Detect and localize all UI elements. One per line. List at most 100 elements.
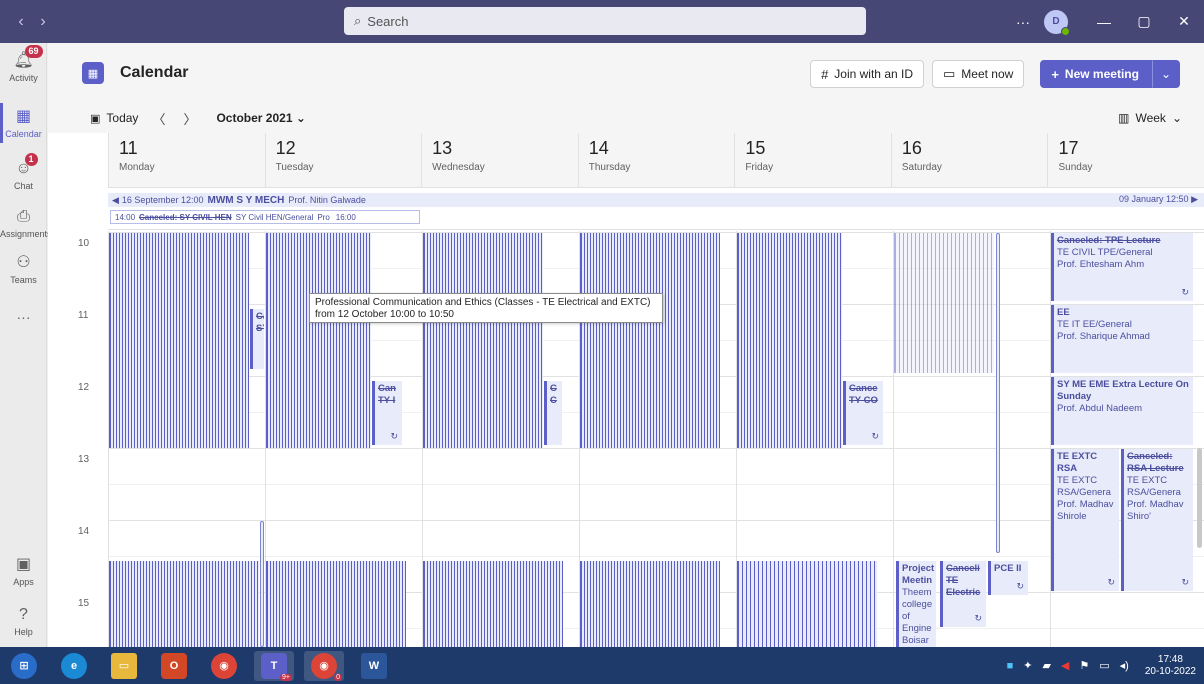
taskbar-teams[interactable]: T 9+ bbox=[254, 650, 294, 681]
taskbar-office[interactable]: O bbox=[154, 651, 194, 681]
month-picker[interactable]: October 2021 ⌄ bbox=[216, 111, 305, 125]
event-cluster[interactable] bbox=[266, 233, 371, 448]
tooltip-title: Professional Communication and Ethics (C… bbox=[315, 297, 651, 308]
day-header[interactable]: 13 Wednesday bbox=[421, 133, 578, 187]
volume-icon[interactable]: ◂) bbox=[1120, 659, 1129, 672]
event-cluster[interactable] bbox=[109, 561, 259, 647]
event-cluster[interactable] bbox=[423, 561, 563, 647]
event-card[interactable]: EE TE IT EE/General Prof. Sharique Ahmad bbox=[1051, 305, 1193, 373]
rail-item-activity[interactable]: 🔔︎ 69 Activity bbox=[0, 45, 47, 83]
hour-label: 10 bbox=[78, 238, 90, 249]
meet-now-button[interactable]: ▭ Meet now bbox=[932, 60, 1025, 88]
battery-icon[interactable]: ▭ bbox=[1099, 659, 1109, 672]
event-card[interactable]: PCE II ↻ bbox=[988, 561, 1028, 595]
event-sliver[interactable] bbox=[996, 233, 1000, 553]
maximize-icon[interactable]: ▢ bbox=[1124, 13, 1164, 30]
event-card[interactable]: Canceled: RSA Lecture TE EXTC RSA/Genera P… bbox=[1121, 449, 1193, 591]
event-title: C bbox=[550, 383, 557, 394]
help-icon: ? bbox=[19, 606, 28, 623]
event-card[interactable]: Can TY I ↻ bbox=[372, 381, 402, 445]
rail-item-chat[interactable]: ☺ 1 Chat bbox=[0, 153, 47, 191]
back-icon[interactable]: ‹ bbox=[10, 13, 32, 31]
day-header[interactable]: 12 Tuesday bbox=[264, 133, 422, 187]
taskbar-edge[interactable]: e bbox=[54, 651, 94, 681]
chrome-icon: ◉ bbox=[211, 652, 237, 679]
avatar-initials: D bbox=[1052, 16, 1060, 27]
rail-item-assignments[interactable]: ⎙ Assignments bbox=[0, 207, 52, 239]
rail-more-button[interactable]: ··· bbox=[0, 309, 47, 325]
teams-icon: ⚇ bbox=[16, 254, 31, 271]
event-card[interactable]: CC bbox=[544, 381, 562, 445]
event-card[interactable]: TE EXTC RSA TE EXTC RSA/Genera Prof. Madha… bbox=[1051, 449, 1119, 591]
day-header[interactable]: 17 Sunday bbox=[1047, 133, 1204, 187]
rail-item-label: Calendar bbox=[5, 129, 42, 139]
event-card[interactable]: Canceli TE Electric ↻ bbox=[940, 561, 986, 627]
event-title: Project Meetin bbox=[902, 563, 935, 586]
event-sliver[interactable] bbox=[260, 521, 264, 647]
flag-icon[interactable]: ⚑ bbox=[1079, 659, 1089, 672]
device-icon[interactable]: ▰ bbox=[1042, 659, 1050, 672]
day-header[interactable]: 16 Saturday bbox=[890, 133, 1048, 187]
event-card[interactable]: Cance TY CO ↻ bbox=[843, 381, 883, 445]
day-header[interactable]: 11 Monday bbox=[108, 133, 265, 187]
day-number: 17 bbox=[1058, 138, 1079, 158]
hour-label: 15 bbox=[78, 598, 90, 609]
event-title: Car bbox=[256, 311, 264, 322]
event-card[interactable]: Project Meetin Theem college of Engine Bo… bbox=[896, 561, 936, 647]
rail-item-apps[interactable]: ▣ Apps bbox=[0, 555, 47, 587]
event-card[interactable]: CarSY bbox=[250, 309, 264, 369]
view-selector[interactable]: ▥ Week ⌄ bbox=[1118, 111, 1182, 125]
taskbar-word[interactable]: W bbox=[354, 651, 394, 681]
taskbar-explorer[interactable]: ▭ bbox=[104, 651, 144, 681]
speaker-muted-icon[interactable]: ◀ bbox=[1061, 659, 1069, 672]
calendar-app-icon: ▦ bbox=[82, 62, 104, 84]
minimize-icon[interactable]: — bbox=[1084, 14, 1124, 30]
join-with-id-button[interactable]: # Join with an ID bbox=[810, 60, 924, 88]
taskbar-chrome[interactable]: ◉ bbox=[204, 651, 244, 681]
event-cluster[interactable] bbox=[894, 233, 994, 373]
all-day-area: ◀ 16 September 12:00 MWM S Y MECH Prof. … bbox=[108, 188, 1204, 230]
new-meeting-dropdown[interactable]: ⌄ bbox=[1151, 60, 1180, 88]
rail-item-teams[interactable]: ⚇ Teams bbox=[0, 253, 47, 285]
event-title: PCE II bbox=[994, 563, 1022, 574]
clock[interactable]: 17:48 20-10-2022 bbox=[1145, 654, 1196, 678]
app-tray-icon[interactable]: ■ bbox=[1007, 660, 1014, 672]
clock-date: 20-10-2022 bbox=[1144, 665, 1196, 677]
event-cluster[interactable] bbox=[266, 561, 406, 647]
event-cluster[interactable] bbox=[737, 561, 877, 647]
search-input[interactable]: ⌕ Search bbox=[344, 7, 866, 35]
rail-item-calendar[interactable]: ▦ Calendar bbox=[0, 103, 47, 143]
all-day-event[interactable]: ◀ 16 September 12:00 MWM S Y MECH Prof. … bbox=[108, 193, 1204, 207]
network-app-icon[interactable]: ✦ bbox=[1023, 659, 1032, 672]
forward-icon[interactable]: › bbox=[32, 13, 54, 31]
event-organizer: Prof. Nitin Galwade bbox=[288, 195, 366, 205]
today-button[interactable]: ▣ Today bbox=[90, 111, 138, 125]
day-number: 14 bbox=[588, 138, 609, 158]
event-cluster[interactable] bbox=[109, 233, 249, 448]
previous-week-icon[interactable]: 〈 bbox=[152, 109, 165, 128]
event-cluster[interactable] bbox=[737, 233, 842, 448]
event-cluster[interactable] bbox=[423, 233, 543, 448]
avatar[interactable]: D bbox=[1044, 9, 1070, 36]
calendar-header: ▦ Calendar # Join with an ID ▭ Meet now … bbox=[48, 43, 1204, 103]
event-cluster[interactable] bbox=[580, 233, 720, 448]
event-card[interactable]: Canceled: TPE Lecture TE CIVIL TPE/Genera… bbox=[1051, 233, 1193, 301]
taskbar-chrome-2[interactable]: ◉ 0 bbox=[304, 650, 344, 681]
event-title: Canceled: TPE Lecture bbox=[1057, 235, 1161, 246]
start-button[interactable]: ⊞ bbox=[4, 651, 44, 681]
day-name: Sunday bbox=[1058, 162, 1093, 173]
day-header[interactable]: 15 Friday bbox=[734, 133, 891, 187]
rail-item-help[interactable]: ? Help bbox=[0, 605, 47, 637]
more-options-button[interactable]: ··· bbox=[1008, 14, 1038, 30]
grid-scrollbar[interactable] bbox=[1197, 448, 1202, 548]
new-meeting-button[interactable]: + New meeting bbox=[1040, 60, 1152, 88]
event-cluster[interactable] bbox=[580, 561, 720, 647]
day-name: Friday bbox=[745, 162, 774, 173]
next-week-icon[interactable]: 〉 bbox=[183, 109, 196, 128]
event-details: Theem college of Engine Boisar Prof bbox=[902, 587, 933, 646]
day-header[interactable]: 14 Thursday bbox=[577, 133, 735, 187]
new-meeting-label: New meeting bbox=[1064, 67, 1139, 81]
close-icon[interactable]: ✕ bbox=[1164, 13, 1204, 30]
event-card[interactable]: SY ME EME Extra Lecture On Sunday Prof. A… bbox=[1051, 377, 1193, 445]
all-day-event[interactable]: 14:00 Canceled: SY CIVIL HEN SY Civil HE… bbox=[110, 210, 420, 224]
